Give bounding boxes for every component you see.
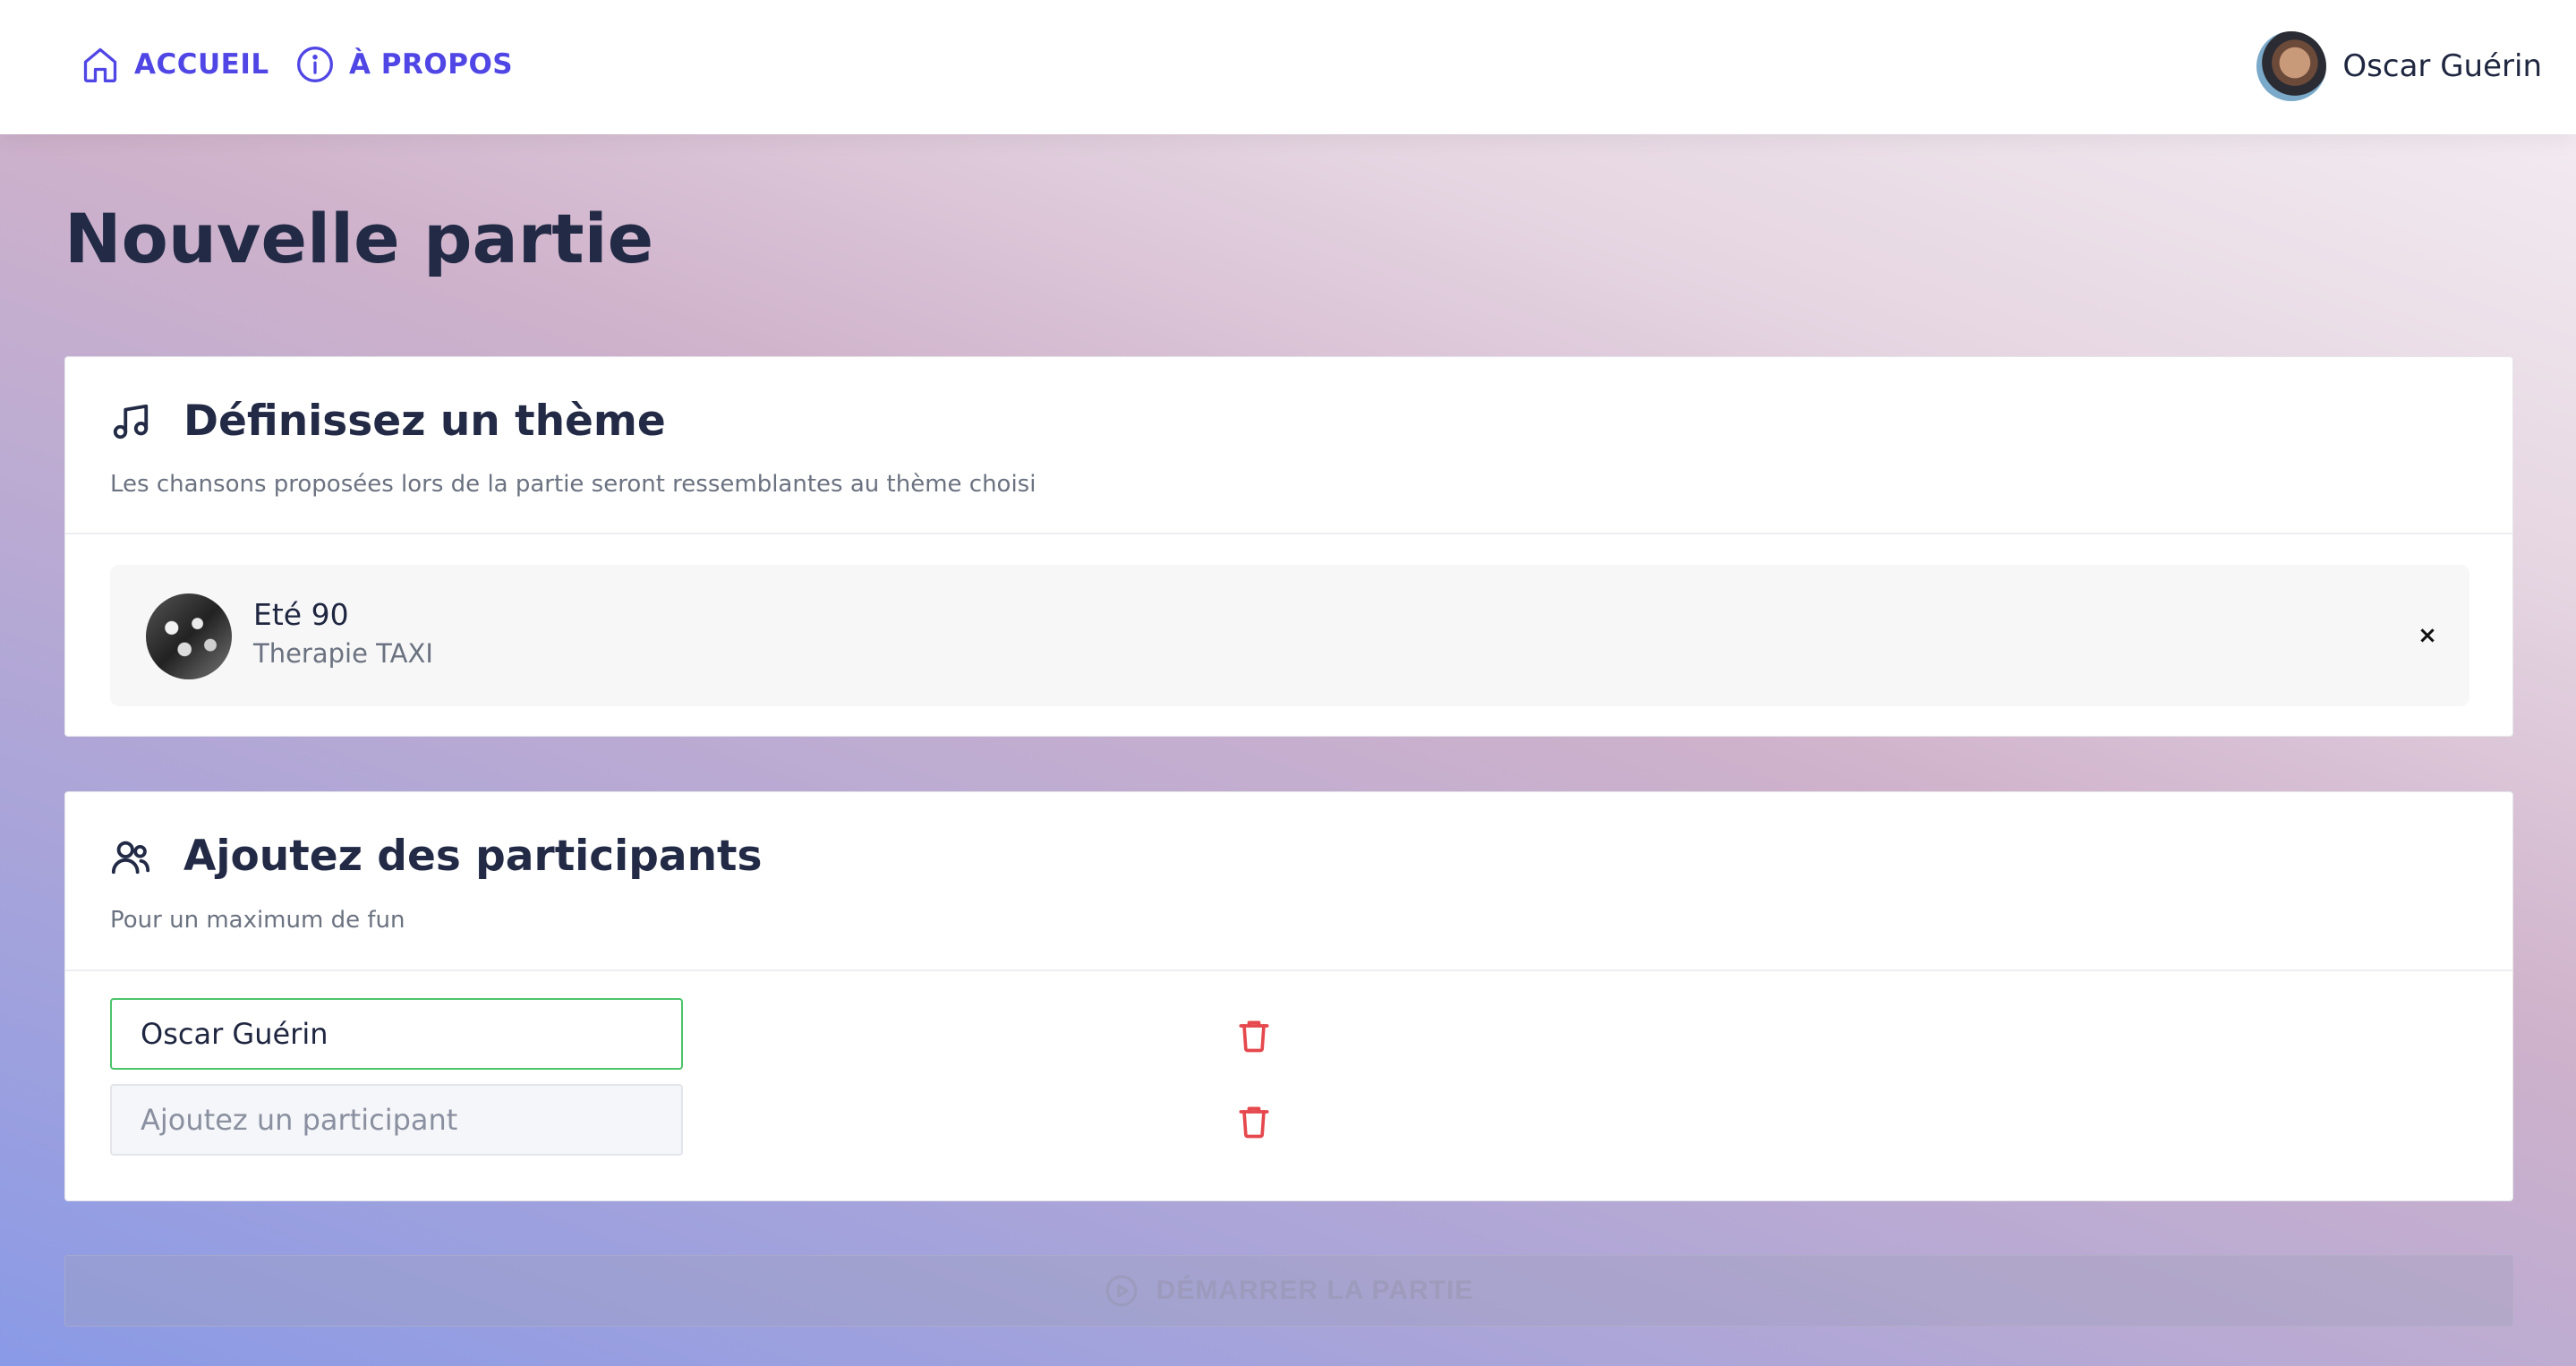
theme-artist: Therapie TAXI bbox=[253, 638, 433, 669]
players-card-subtitle: Pour un maximum de fun bbox=[110, 907, 405, 934]
participant-input[interactable] bbox=[110, 998, 683, 1070]
nav-about-label: À PROPOS bbox=[349, 48, 514, 81]
play-circle-icon bbox=[1105, 1275, 1138, 1307]
users-icon bbox=[111, 841, 150, 874]
start-game-button[interactable]: DÉMARRER LA PARTIE bbox=[64, 1255, 2513, 1327]
nav-home-label: ACCUEIL bbox=[134, 48, 269, 81]
theme-name: Eté 90 bbox=[253, 597, 349, 632]
delete-participant-trash-icon[interactable] bbox=[1234, 1016, 1274, 1055]
music-note-icon bbox=[113, 404, 149, 439]
delete-participant-trash-icon[interactable] bbox=[1234, 1102, 1274, 1141]
start-game-label: DÉMARRER LA PARTIE bbox=[1156, 1276, 1474, 1305]
close-icon: × bbox=[2418, 622, 2437, 649]
top-navigation: ACCUEIL À PROPOS Oscar Guérin bbox=[0, 0, 2576, 134]
divider bbox=[65, 533, 2512, 534]
theme-card-subtitle: Les chansons proposées lors de la partie… bbox=[110, 471, 1036, 498]
add-participant-input[interactable] bbox=[110, 1084, 683, 1156]
players-card-title: Ajoutez des participants bbox=[183, 832, 763, 881]
home-icon bbox=[83, 47, 117, 82]
user-menu[interactable]: Oscar Guérin bbox=[2256, 30, 2542, 102]
nav-about-link[interactable]: À PROPOS bbox=[295, 39, 513, 90]
page-title: Nouvelle partie bbox=[64, 199, 654, 278]
avatar bbox=[2256, 31, 2327, 101]
divider bbox=[65, 969, 2512, 971]
theme-cover-image bbox=[146, 593, 232, 679]
theme-card: Définissez un thème Les chansons proposé… bbox=[64, 356, 2513, 737]
selected-theme: Eté 90 Therapie TAXI × bbox=[110, 565, 2469, 706]
nav-home-link[interactable]: ACCUEIL bbox=[81, 39, 269, 90]
players-card: Ajoutez des participants Pour un maximum… bbox=[64, 791, 2513, 1201]
theme-card-title: Définissez un thème bbox=[183, 397, 666, 446]
info-icon bbox=[297, 47, 333, 82]
remove-theme-button[interactable]: × bbox=[2405, 613, 2450, 658]
user-name: Oscar Guérin bbox=[2342, 48, 2542, 84]
players-card-header: Ajoutez des participants bbox=[110, 832, 763, 881]
theme-card-header: Définissez un thème bbox=[110, 397, 666, 446]
